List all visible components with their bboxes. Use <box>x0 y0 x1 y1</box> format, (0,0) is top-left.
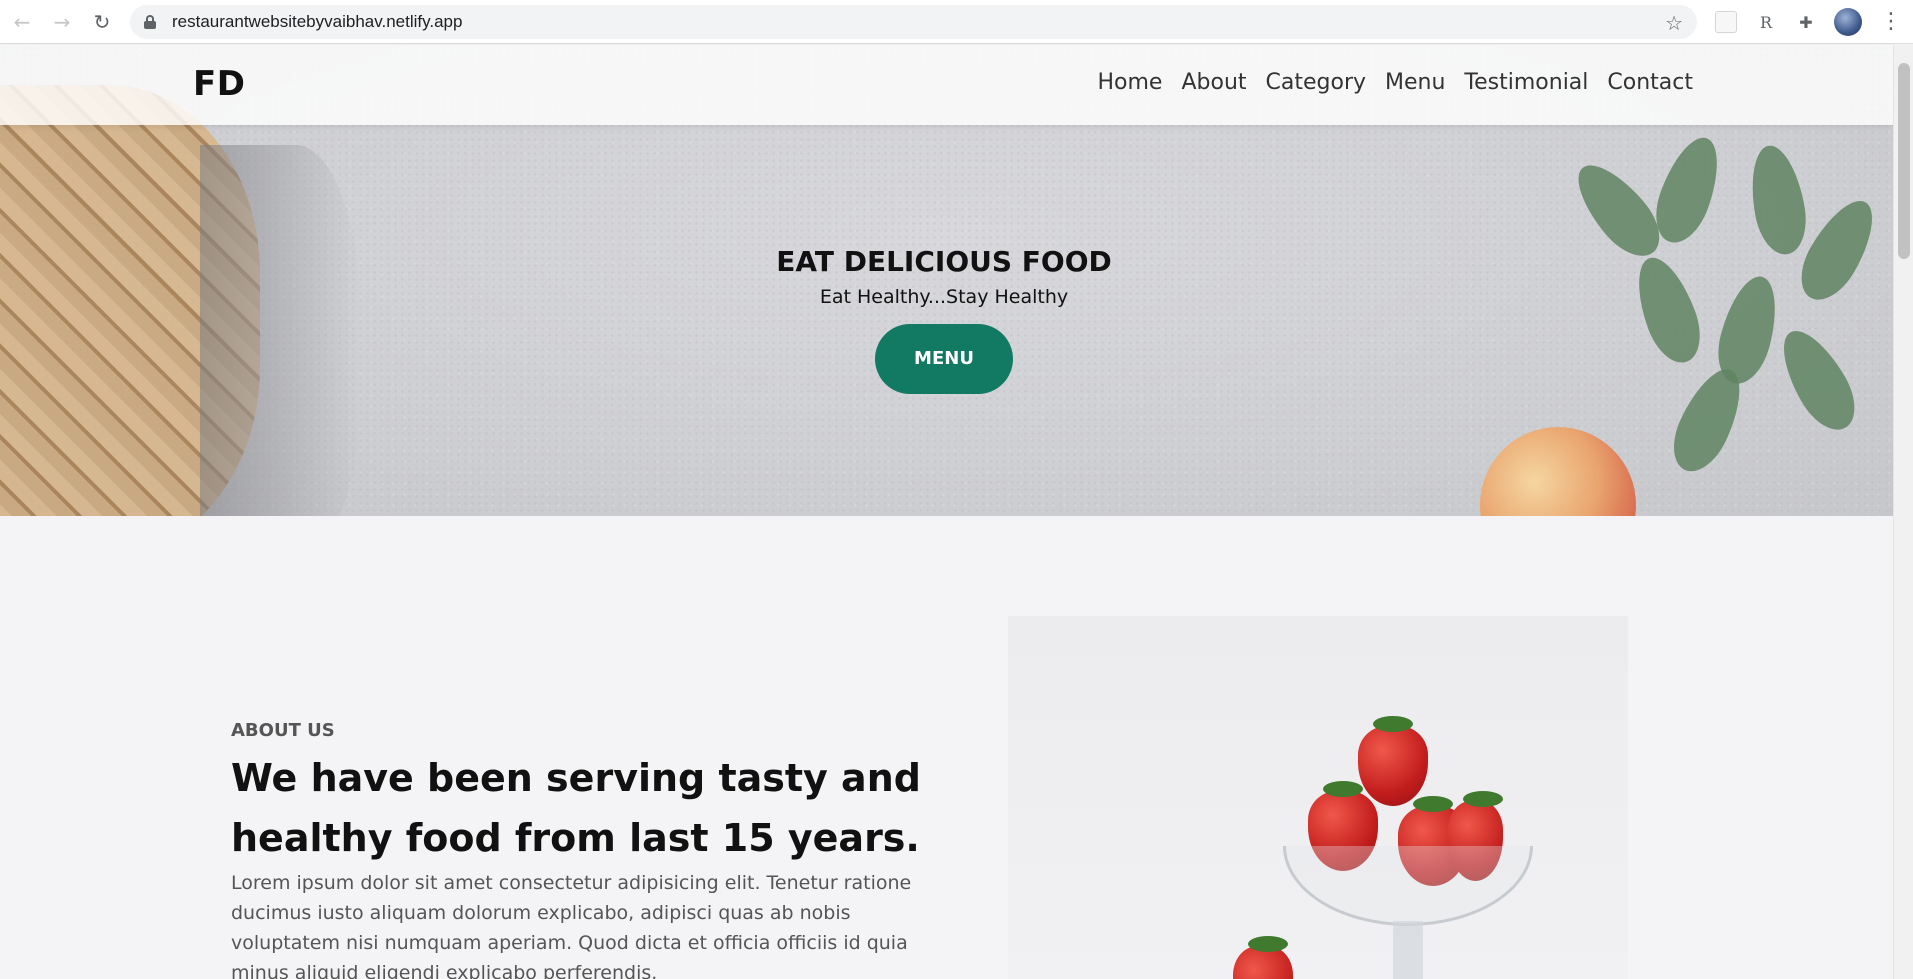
hero-content: EAT DELICIOUS FOOD Eat Healthy...Stay He… <box>0 245 1888 394</box>
brand-logo[interactable]: FD <box>193 64 245 104</box>
strawberries-image <box>1008 616 1628 979</box>
nav-testimonial[interactable]: Testimonial <box>1464 70 1588 95</box>
about-text: Lorem ipsum dolor sit amet consectetur a… <box>231 872 912 979</box>
star-icon[interactable]: ☆ <box>1665 11 1683 35</box>
about-title: We have been serving tasty and healthy f… <box>231 756 921 860</box>
address-bar[interactable]: restaurantwebsitebyvaibhav.netlify.app ☆ <box>130 5 1697 39</box>
nav-about[interactable]: About <box>1181 70 1246 95</box>
arrow-left-icon[interactable]: ← <box>10 10 34 34</box>
nav-menu[interactable]: Menu <box>1385 70 1445 95</box>
avatar[interactable] <box>1834 8 1862 36</box>
page-scrollbar[interactable] <box>1893 45 1913 979</box>
menu-button[interactable]: MENU <box>875 324 1013 394</box>
main-nav: Home About Category Menu Testimonial Con… <box>1098 70 1694 95</box>
reload-icon[interactable]: ↻ <box>90 10 114 34</box>
extension-r-icon[interactable]: R <box>1755 11 1777 33</box>
scroll-thumb[interactable] <box>1898 63 1910 259</box>
hero-title: EAT DELICIOUS FOOD <box>776 245 1112 278</box>
arrow-right-icon[interactable]: → <box>50 10 74 34</box>
about-section: ABOUT US We have been serving tasty and … <box>0 516 1893 979</box>
lock-icon[interactable] <box>144 15 156 29</box>
nav-category[interactable]: Category <box>1266 70 1367 95</box>
site-header: FD Home About Category Menu Testimonial … <box>0 45 1893 125</box>
kebab-menu-icon[interactable]: ⋮ <box>1880 8 1902 36</box>
about-kicker: ABOUT US <box>231 720 335 741</box>
url-text[interactable]: restaurantwebsitebyvaibhav.netlify.app <box>172 12 462 32</box>
nav-home[interactable]: Home <box>1098 70 1163 95</box>
hero-subtitle: Eat Healthy...Stay Healthy <box>819 286 1069 308</box>
nav-contact[interactable]: Contact <box>1607 70 1693 95</box>
puzzle-icon[interactable]: ✚ <box>1795 11 1817 33</box>
extension-icon[interactable] <box>1715 11 1737 33</box>
browser-toolbar: ← → ↻ restaurantwebsitebyvaibhav.netlify… <box>0 0 1913 44</box>
